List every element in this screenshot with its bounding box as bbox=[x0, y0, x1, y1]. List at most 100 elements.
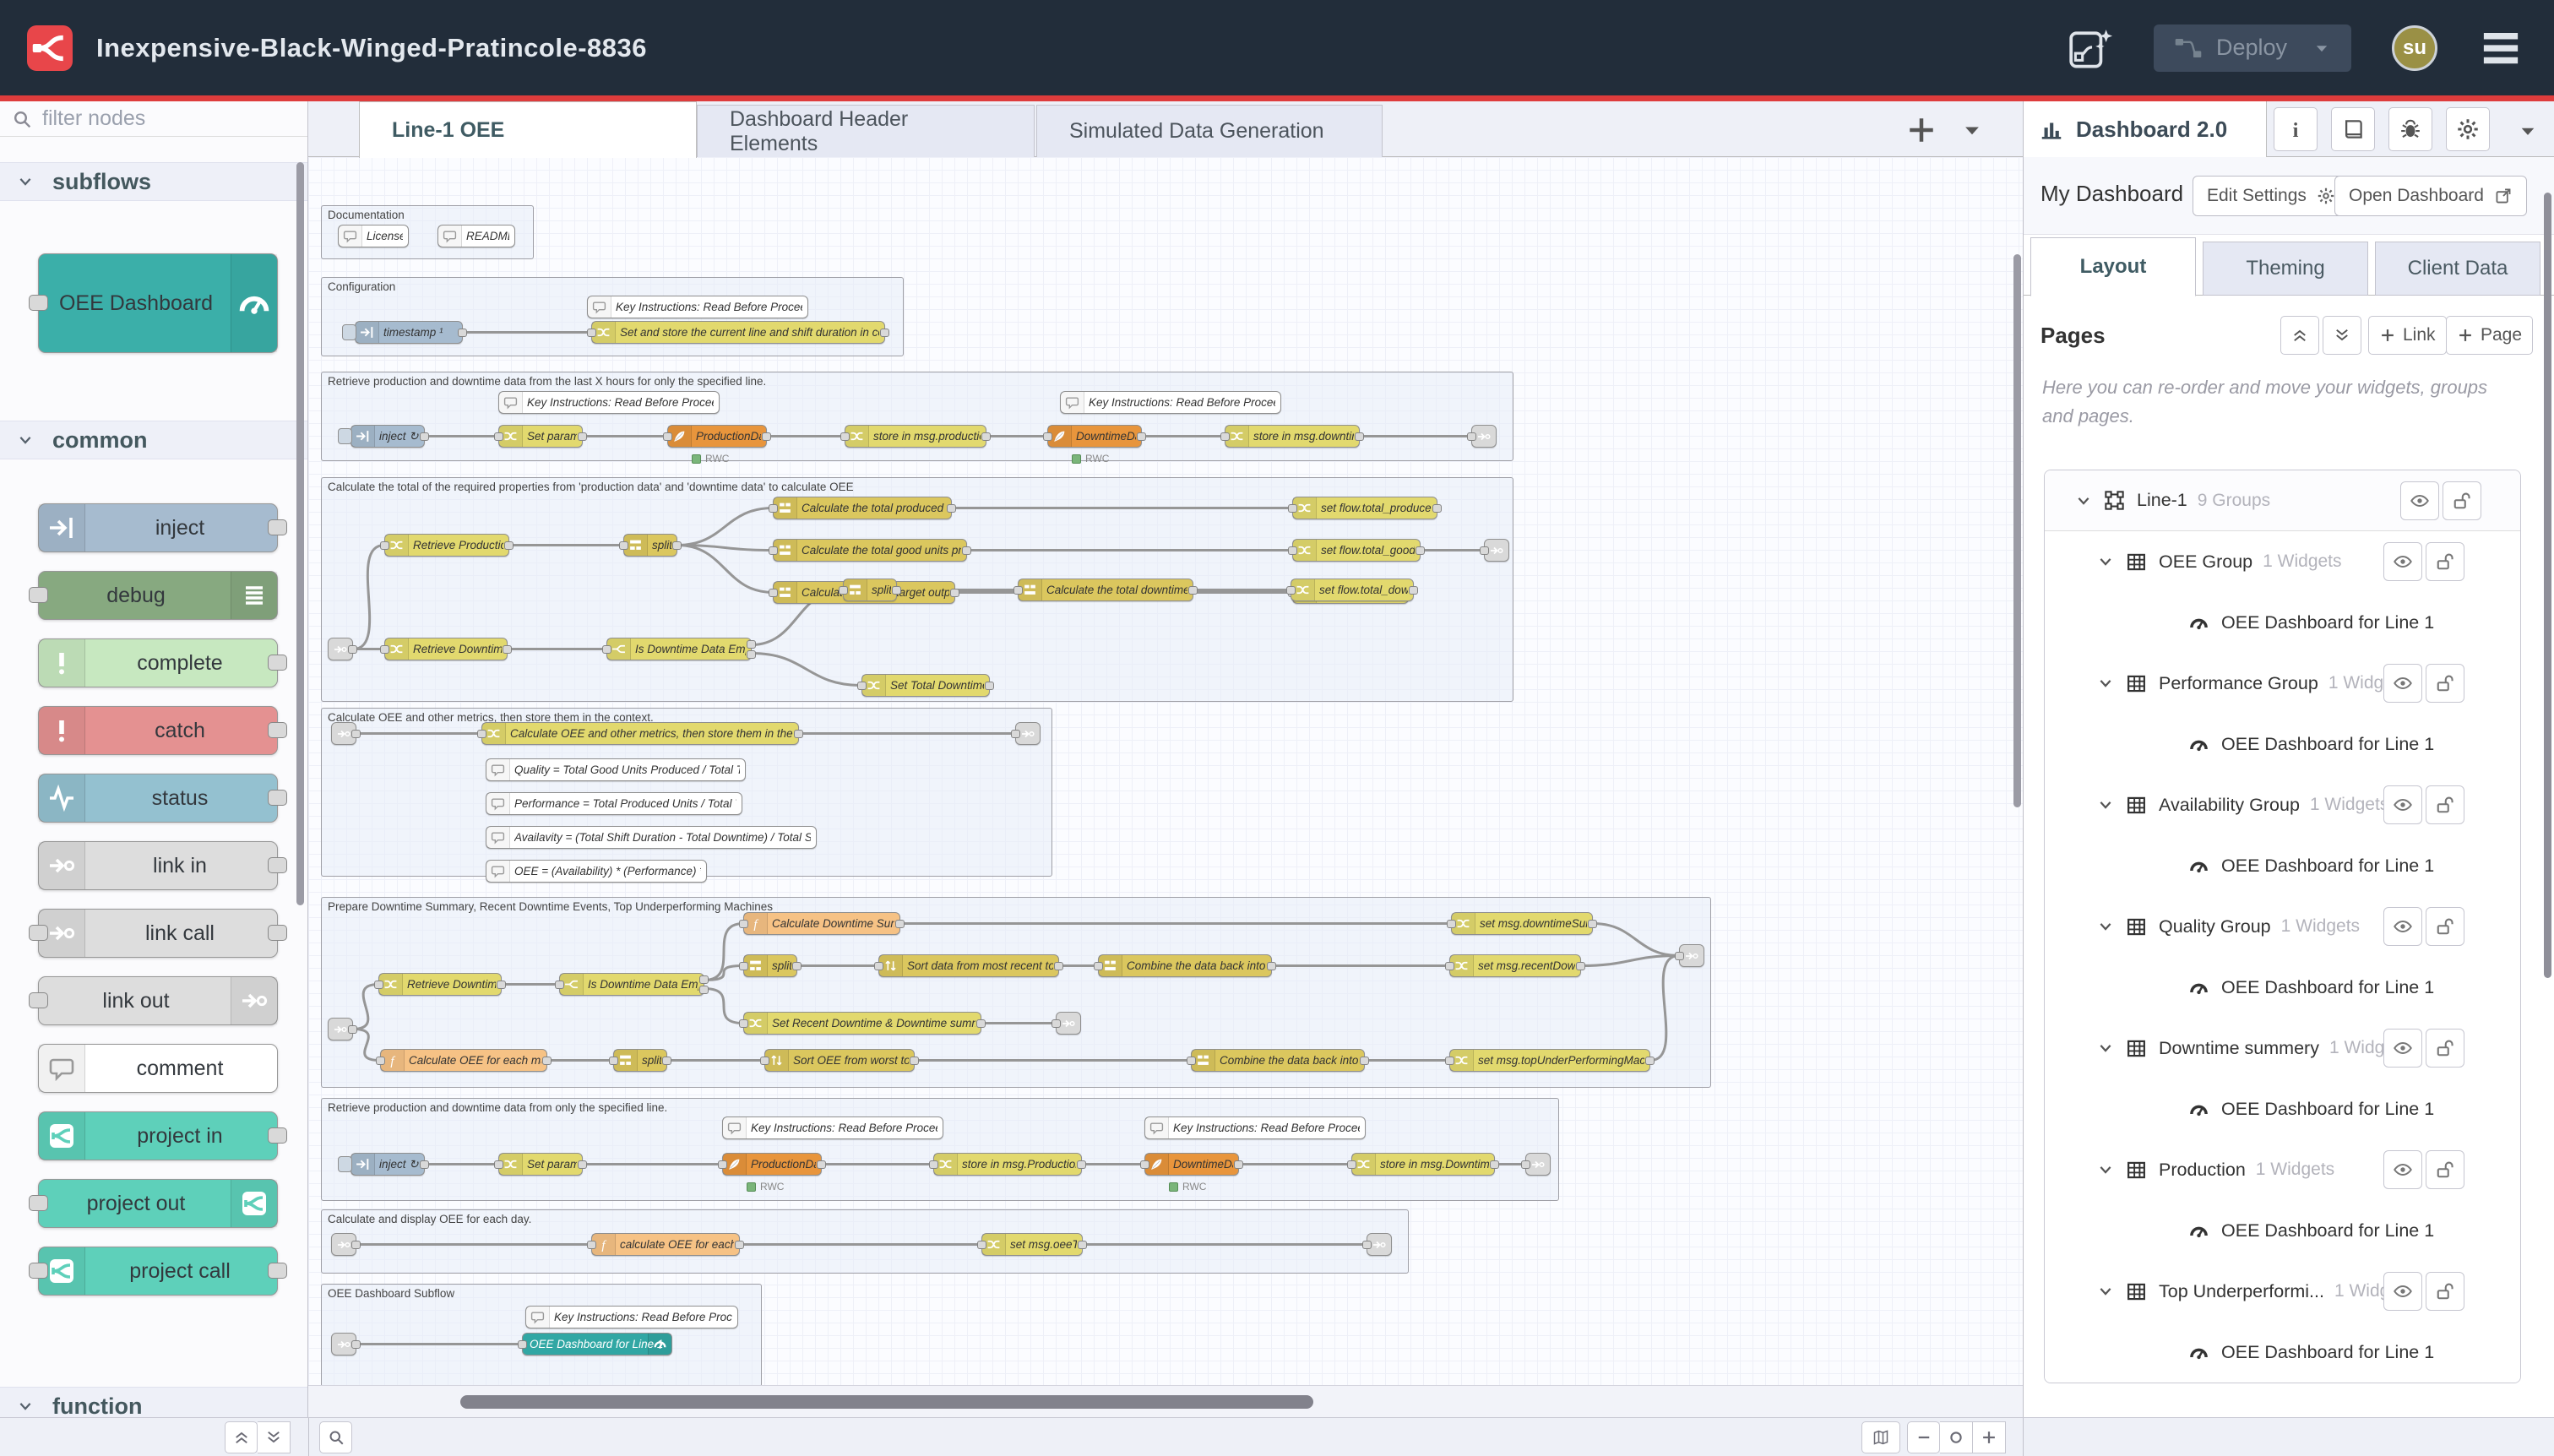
node-input-port[interactable] bbox=[1480, 546, 1489, 555]
node-set-total-downtime-to-0[interactable]: Set Total Downtime to 0 bbox=[861, 674, 990, 697]
node-input-port[interactable] bbox=[769, 546, 778, 555]
node-oee-availability-performance-quality[interactable]: OEE = (Availability) * (Performance) * (… bbox=[486, 860, 707, 883]
palette-node-status[interactable]: status bbox=[38, 774, 278, 823]
node-input-port[interactable] bbox=[977, 1241, 986, 1249]
node-output-port[interactable] bbox=[1588, 920, 1597, 928]
node-key-instructions-read-before-proceeding[interactable]: Key Instructions: Read Before Proceeding bbox=[722, 1116, 943, 1139]
zoom-out-button[interactable] bbox=[1907, 1421, 1940, 1453]
node-input-port[interactable] bbox=[518, 1340, 527, 1349]
tree-group-downtime-summery[interactable]: Downtime summery 1 Widgets bbox=[2045, 1018, 2520, 1078]
node-output-port[interactable] bbox=[268, 857, 287, 873]
node-output-port[interactable] bbox=[792, 962, 802, 970]
palette-category-function[interactable]: function bbox=[0, 1387, 307, 1417]
sidebar-subtab-layout[interactable]: Layout bbox=[2030, 237, 2196, 296]
node-output-port[interactable] bbox=[962, 546, 971, 555]
tree-group-performance-group[interactable]: Performance Group 1 Widgets bbox=[2045, 653, 2520, 714]
flow-tab-line-1-oee[interactable]: Line-1 OEE bbox=[359, 101, 697, 158]
node-retrieve-production-data[interactable]: Retrieve Production Data bbox=[384, 534, 509, 557]
node-input-port[interactable] bbox=[839, 586, 848, 595]
node-key-instructions-read-before-proceeding[interactable]: Key Instructions: Read Before Proceeding bbox=[525, 1306, 738, 1328]
node-input-port[interactable] bbox=[29, 992, 48, 1008]
node-output-port[interactable] bbox=[268, 925, 287, 941]
visibility-eye-button[interactable] bbox=[2383, 785, 2422, 824]
chevron-down-icon[interactable] bbox=[2097, 918, 2114, 935]
add-link-button[interactable]: Link bbox=[2368, 316, 2447, 355]
node-input-port[interactable] bbox=[1013, 586, 1023, 595]
node-split[interactable]: split bbox=[623, 534, 677, 557]
node-output-port-2[interactable] bbox=[699, 986, 709, 994]
debug-bug-button[interactable] bbox=[2388, 107, 2432, 151]
node-productiondata[interactable]: ProductionDataRWC bbox=[667, 425, 767, 448]
canvas-horizontal-scrollbar[interactable] bbox=[308, 1385, 2023, 1417]
node-output-port[interactable] bbox=[351, 730, 361, 738]
chevron-down-icon[interactable] bbox=[2075, 492, 2092, 509]
canvas-search-button[interactable] bbox=[319, 1421, 352, 1453]
visibility-eye-button[interactable] bbox=[2383, 664, 2422, 703]
node-output-port[interactable] bbox=[762, 432, 771, 441]
node-output-port[interactable] bbox=[1576, 962, 1585, 970]
node-output-port[interactable] bbox=[351, 1241, 361, 1249]
node-linkout[interactable] bbox=[1015, 722, 1041, 745]
visibility-eye-button[interactable] bbox=[2383, 1029, 2422, 1068]
info-button[interactable]: i bbox=[2274, 107, 2318, 151]
tree-widget-oee-dashboard-for-line-1[interactable]: OEE Dashboard for Line 1 bbox=[2045, 1200, 2520, 1261]
node-input-port[interactable] bbox=[29, 1263, 48, 1279]
palette-node-catch[interactable]: catch bbox=[38, 706, 278, 755]
node-linkin[interactable] bbox=[328, 1018, 353, 1040]
lock-button[interactable] bbox=[2426, 1029, 2464, 1068]
tree-widget-oee-dashboard-for-line-1[interactable]: OEE Dashboard for Line 1 bbox=[2045, 1322, 2520, 1383]
node-output-port[interactable] bbox=[268, 1127, 287, 1144]
lock-button[interactable] bbox=[2426, 785, 2464, 824]
palette-collapse-down-button[interactable] bbox=[258, 1421, 291, 1453]
node-output-port[interactable] bbox=[1054, 962, 1063, 970]
palette-node-link-in[interactable]: link in bbox=[38, 841, 278, 890]
node-output-port[interactable] bbox=[348, 645, 357, 654]
node-input-port[interactable] bbox=[739, 920, 748, 928]
node-set-flow-total-downtime[interactable]: set flow.total_downtime bbox=[1291, 579, 1414, 601]
node-key-instructions-read-before-proceeding[interactable]: Key Instructions: Read Before Proceeding bbox=[587, 296, 808, 318]
node-output-port[interactable] bbox=[1077, 1160, 1086, 1169]
node-input-port[interactable] bbox=[374, 981, 383, 989]
ai-flow-assistant-icon[interactable] bbox=[2066, 26, 2115, 70]
node-linkin[interactable] bbox=[328, 638, 353, 660]
node-set-msg-recentdowntime[interactable]: set msg.recentDowntime bbox=[1449, 954, 1581, 977]
node-output-port[interactable] bbox=[1267, 962, 1276, 970]
inject-trigger-button[interactable] bbox=[338, 428, 352, 444]
flow-tab-simulated-data-generation[interactable]: Simulated Data Generation bbox=[1036, 105, 1383, 157]
node-input-port[interactable] bbox=[29, 587, 48, 603]
chevron-down-icon[interactable] bbox=[2097, 796, 2114, 813]
node-split[interactable]: split bbox=[613, 1049, 667, 1072]
help-book-button[interactable] bbox=[2331, 107, 2375, 151]
node-output-port[interactable] bbox=[950, 589, 959, 597]
settings-gear-button[interactable] bbox=[2446, 107, 2490, 151]
node-input-port[interactable] bbox=[1467, 432, 1476, 441]
palette-node-complete[interactable]: complete bbox=[38, 638, 278, 687]
node-calculate-the-total-downtime-duration[interactable]: Calculate the total downtime duration bbox=[1018, 579, 1193, 601]
node-set-msg-topunderperformingmachines[interactable]: set msg.topUnderPerformingMachines bbox=[1449, 1049, 1650, 1072]
node-output-port[interactable] bbox=[910, 1057, 919, 1065]
node-output-port[interactable] bbox=[1416, 546, 1425, 555]
lock-button[interactable] bbox=[2426, 1150, 2464, 1189]
tree-group-quality-group[interactable]: Quality Group 1 Widgets bbox=[2045, 896, 2520, 957]
node-key-instructions-read-before-proceeding[interactable]: Key Instructions: Read Before Proceeding bbox=[1060, 391, 1281, 414]
palette-node-link-out[interactable]: link out bbox=[38, 976, 278, 1025]
node-linkout[interactable] bbox=[1056, 1012, 1081, 1035]
palette-node-inject[interactable]: inject bbox=[38, 503, 278, 552]
node-output-port[interactable] bbox=[985, 682, 994, 690]
node-output-port[interactable] bbox=[268, 655, 287, 671]
palette-node-project-in[interactable]: project in bbox=[38, 1111, 278, 1160]
flow-tab-dashboard-header-elements[interactable]: Dashboard Header Elements bbox=[697, 105, 1035, 157]
palette-node-debug[interactable]: debug bbox=[38, 571, 278, 620]
node-input-port[interactable] bbox=[1011, 730, 1020, 738]
node-output-port[interactable] bbox=[1645, 1057, 1655, 1065]
node-input-port[interactable] bbox=[874, 962, 883, 970]
node-input-port[interactable] bbox=[1288, 504, 1297, 513]
node-calculate-downtime-summery[interactable]: fCalculate Downtime Summery bbox=[743, 912, 900, 935]
node-input-port[interactable] bbox=[1445, 1057, 1454, 1065]
node-output-port[interactable] bbox=[817, 1160, 826, 1169]
visibility-eye-button[interactable] bbox=[2383, 542, 2422, 581]
node-output-port[interactable] bbox=[735, 1241, 744, 1249]
node-input-port[interactable] bbox=[769, 504, 778, 513]
node-split[interactable]: split bbox=[743, 954, 797, 977]
node-output-port[interactable] bbox=[1355, 432, 1364, 441]
